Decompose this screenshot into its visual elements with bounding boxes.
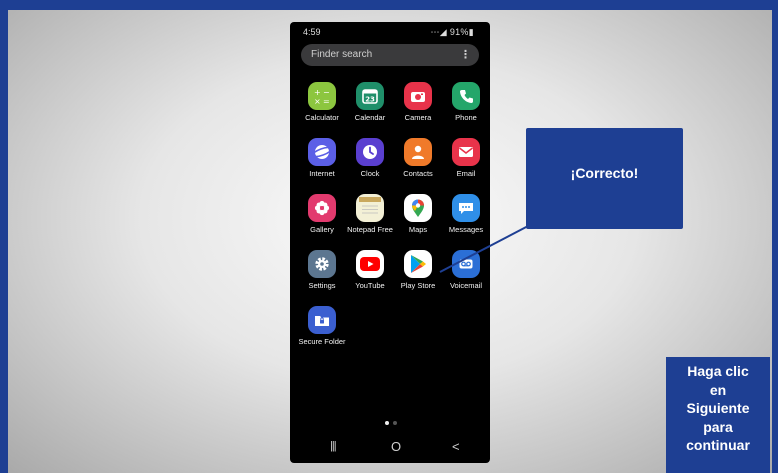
calendar-icon: 23 [356, 82, 384, 110]
svg-text:×: × [314, 97, 321, 105]
app-label: Phone [455, 113, 477, 122]
app-phone[interactable]: Phone [442, 82, 490, 132]
search-placeholder: Finder search [311, 49, 373, 60]
app-gallery[interactable]: Gallery [298, 194, 346, 244]
app-settings[interactable]: Settings [298, 250, 346, 300]
svg-text:+: + [314, 88, 321, 97]
messages-icon [452, 194, 480, 222]
callout-text: ¡Correcto! [570, 164, 639, 181]
next-line: para [703, 418, 733, 435]
next-line: Haga clic [687, 363, 749, 379]
page-dot-active [385, 421, 389, 425]
app-label: Messages [448, 225, 484, 234]
settings-icon [308, 250, 336, 278]
app-email[interactable]: Email [442, 138, 490, 188]
app-clock[interactable]: Clock [346, 138, 394, 188]
status-bar: 4:59 ⋯◢ 91%▮ [290, 22, 490, 40]
internet-icon [308, 138, 336, 166]
app-voicemail[interactable]: Voicemail [442, 250, 490, 300]
home-button[interactable]: O [391, 439, 401, 454]
notepad-icon [356, 194, 384, 222]
app-secure-folder[interactable]: Secure Folder [298, 306, 346, 356]
recents-button[interactable]: ||| [330, 440, 337, 452]
app-notepad-free[interactable]: Notepad Free [346, 194, 394, 244]
next-line: continuar [686, 437, 750, 453]
left-frame-edge [0, 10, 8, 473]
email-icon [452, 138, 480, 166]
more-options-icon[interactable]: ⋮ [460, 48, 471, 61]
app-internet[interactable]: Internet [298, 138, 346, 188]
app-calculator[interactable]: + − × = Calculator [298, 82, 346, 132]
navigation-bar: ||| O < [290, 432, 490, 460]
page-indicator [385, 421, 397, 427]
contacts-icon [404, 138, 432, 166]
svg-text:=: = [323, 97, 330, 105]
app-maps[interactable]: Maps [394, 194, 442, 244]
phone-icon [452, 82, 480, 110]
next-line: en [709, 381, 727, 398]
app-messages[interactable]: Messages [442, 194, 490, 244]
play-store-icon [404, 250, 432, 278]
voicemail-icon [452, 250, 480, 278]
feedback-callout: ¡Correcto! [526, 128, 683, 229]
next-line: Siguiente [686, 400, 750, 416]
right-frame-edge [772, 10, 778, 473]
app-camera[interactable]: Camera [394, 82, 442, 132]
next-instruction-box: Haga clic en Siguiente para continuar [666, 357, 770, 473]
back-button[interactable]: < [452, 439, 460, 454]
app-play-store[interactable]: Play Store [394, 250, 442, 300]
calculator-icon: + − × = [308, 82, 336, 110]
app-label: Voicemail [449, 281, 483, 290]
app-label: Secure Folder [298, 337, 346, 346]
status-time: 4:59 [303, 27, 321, 37]
finder-search-bar[interactable]: Finder search ⋮ [301, 44, 479, 66]
status-indicators: ⋯◢ 91%▮ [430, 27, 474, 37]
secure-folder-icon [308, 306, 336, 334]
gallery-icon [308, 194, 336, 222]
app-label: Email [456, 169, 476, 178]
app-contacts[interactable]: Contacts [394, 138, 442, 188]
clock-icon [356, 138, 384, 166]
camera-icon [404, 82, 432, 110]
maps-icon [404, 194, 432, 222]
svg-text:23: 23 [365, 96, 375, 104]
top-banner [0, 0, 778, 10]
app-calendar[interactable]: 23 Calendar [346, 82, 394, 132]
page-dot [393, 421, 397, 425]
youtube-icon [356, 250, 384, 278]
svg-text:−: − [323, 88, 330, 97]
phone-screen: 4:59 ⋯◢ 91%▮ Finder search ⋮ + − × = Calcul… [290, 22, 490, 463]
app-youtube[interactable]: YouTube [346, 250, 394, 300]
